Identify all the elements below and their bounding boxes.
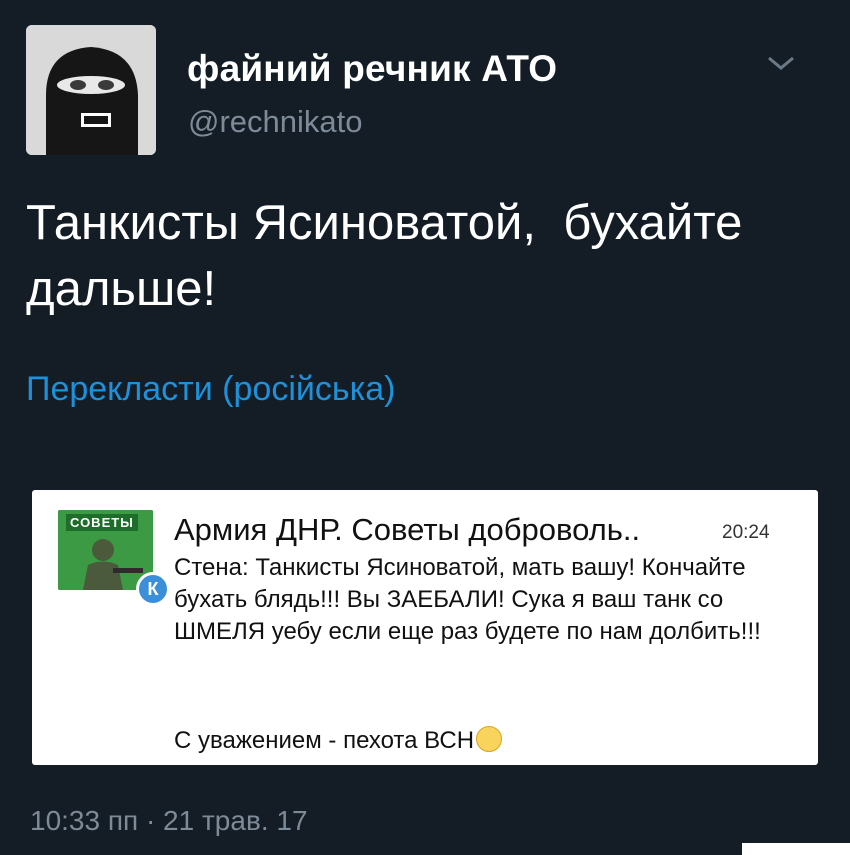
- card-avatar-banner: СОВЕТЫ: [66, 514, 138, 531]
- card-signature: С уважением - пехота ВСН: [174, 726, 503, 755]
- card-body: Стена: Танкисты Ясиноватой, мать вашу! К…: [174, 554, 761, 645]
- chevron-down-icon[interactable]: [764, 52, 798, 74]
- quoted-image-card[interactable]: СОВЕТЫ К Армия ДНР. Советы доброволь.. 2…: [32, 490, 818, 765]
- author-avatar[interactable]: [26, 25, 156, 155]
- card-time: 20:24: [722, 522, 770, 543]
- card-signature-text: С уважением - пехота ВСН: [174, 727, 475, 754]
- bottom-corner-strip: [742, 843, 850, 855]
- tweet-text: Танкисты Ясиноватой, бухайте дальше!: [26, 196, 757, 316]
- card-title: Армия ДНР. Советы доброволь..: [174, 512, 641, 547]
- smile-emoji-icon: [476, 726, 503, 752]
- balaclava-avatar-icon: [26, 25, 156, 155]
- translate-link[interactable]: Перекласти (російська): [26, 370, 395, 409]
- tweet-timestamp: 10:33 пп · 21 трав. 17: [30, 805, 308, 836]
- vk-badge-icon: К: [136, 572, 170, 606]
- author-display-name[interactable]: файний речник АТО: [187, 48, 557, 90]
- author-handle[interactable]: @rechnikato: [188, 104, 363, 140]
